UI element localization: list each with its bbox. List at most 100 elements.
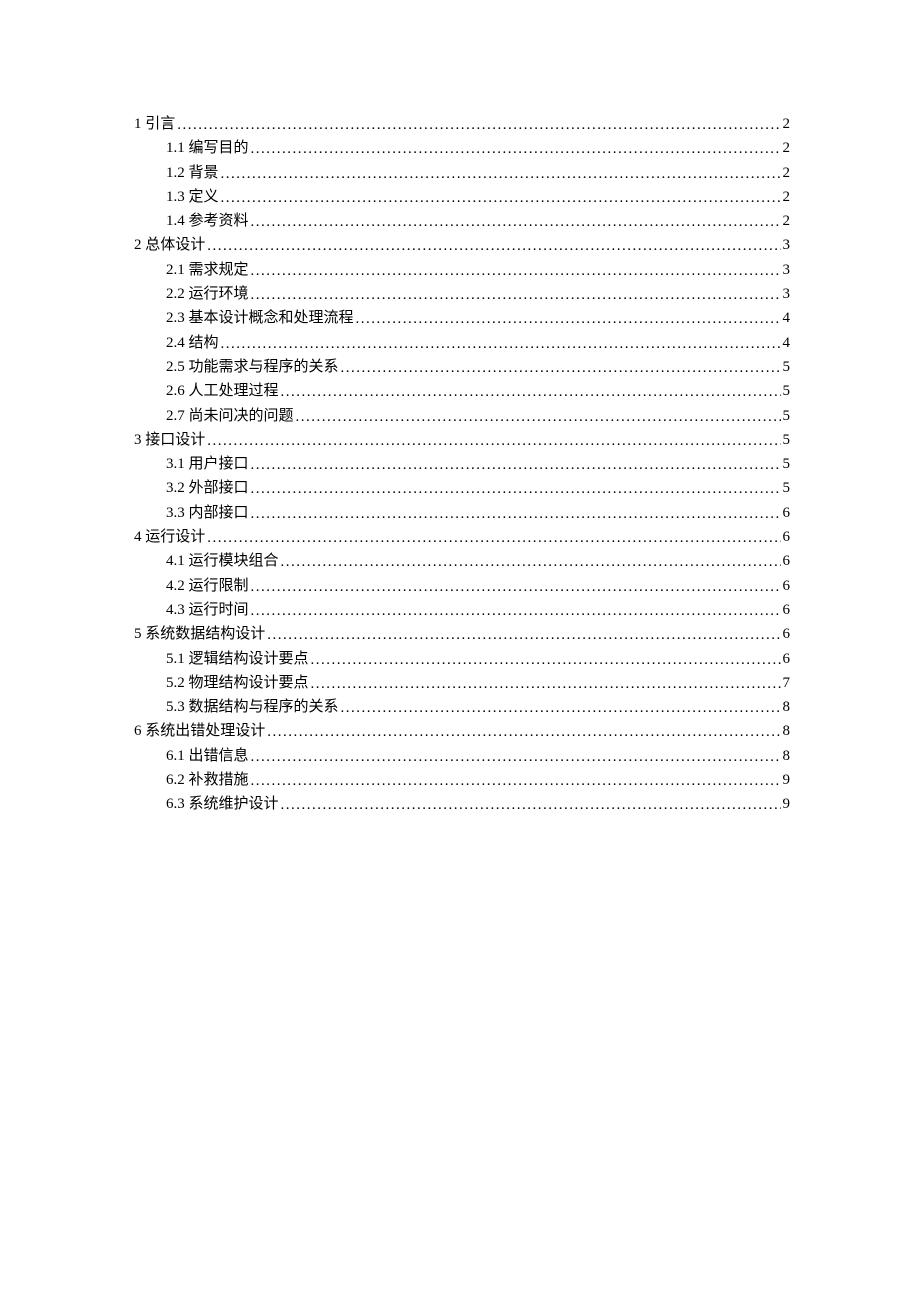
toc-leader-dots bbox=[251, 283, 781, 307]
toc-entry: 4 运行设计 6 bbox=[134, 525, 790, 549]
toc-entry: 6.2 补救措施 9 bbox=[166, 768, 790, 792]
toc-entry-page: 6 bbox=[783, 525, 791, 549]
toc-leader-dots bbox=[311, 672, 781, 696]
toc-entry-title: 3.2 外部接口 bbox=[166, 476, 249, 500]
toc-entry-page: 2 bbox=[783, 209, 791, 233]
toc-leader-dots bbox=[207, 429, 780, 453]
toc-entry-page: 6 bbox=[783, 574, 791, 598]
toc-leader-dots bbox=[251, 502, 781, 526]
toc-entry-page: 5 bbox=[783, 428, 791, 452]
toc-leader-dots bbox=[207, 234, 780, 258]
toc-entry: 5.2 物理结构设计要点7 bbox=[166, 671, 790, 695]
toc-entry-page: 2 bbox=[783, 112, 791, 136]
toc-leader-dots bbox=[251, 453, 781, 477]
toc-entry: 4.2 运行限制 6 bbox=[166, 574, 790, 598]
document-page: 1 引言21.1 编写目的21.2 背景21.3 定义21.4 参考资料22 总… bbox=[0, 0, 920, 817]
toc-leader-dots bbox=[251, 575, 781, 599]
toc-entry: 1.3 定义2 bbox=[166, 185, 790, 209]
toc-entry-page: 6 bbox=[783, 647, 791, 671]
toc-entry: 3.3 内部接口 6 bbox=[166, 501, 790, 525]
toc-entry-title: 2.1 需求规定 bbox=[166, 258, 249, 282]
toc-entry-page: 3 bbox=[783, 233, 791, 257]
toc-entry-title: 6.2 补救措施 bbox=[166, 768, 249, 792]
toc-entry: 2 总体设计 3 bbox=[134, 233, 790, 257]
toc-entry: 1 引言 2 bbox=[134, 112, 790, 136]
toc-leader-dots bbox=[251, 477, 781, 501]
toc-entry-title: 2 总体设计 bbox=[134, 233, 205, 257]
toc-entry-page: 9 bbox=[783, 768, 791, 792]
toc-entry-title: 3 接口设计 bbox=[134, 428, 205, 452]
toc-entry-title: 6.1 出错信息 bbox=[166, 744, 249, 768]
toc-leader-dots bbox=[221, 162, 781, 186]
toc-entry-page: 6 bbox=[783, 622, 791, 646]
toc-entry-page: 9 bbox=[783, 792, 791, 816]
toc-leader-dots bbox=[251, 137, 781, 161]
toc-entry: 2.1 需求规定3 bbox=[166, 258, 790, 282]
toc-entry: 2.7 尚未问决的问题 5 bbox=[166, 404, 790, 428]
toc-entry-title: 3.1 用户接口 bbox=[166, 452, 249, 476]
toc-entry-title: 2.4 结构 bbox=[166, 331, 219, 355]
toc-entry-page: 5 bbox=[783, 355, 791, 379]
toc-entry-page: 4 bbox=[783, 331, 791, 355]
toc-entry-title: 4.3 运行时间 bbox=[166, 598, 249, 622]
toc-entry-title: 3.3 内部接口 bbox=[166, 501, 249, 525]
toc-leader-dots bbox=[281, 550, 781, 574]
toc-entry-page: 5 bbox=[783, 404, 791, 428]
toc-entry: 3.1 用户接口5 bbox=[166, 452, 790, 476]
toc-entry-title: 1.2 背景 bbox=[166, 161, 219, 185]
toc-leader-dots bbox=[356, 307, 781, 331]
toc-leader-dots bbox=[251, 259, 781, 283]
toc-entry-title: 1.1 编写目的 bbox=[166, 136, 249, 160]
toc-entry: 6 系统出错处理设计8 bbox=[134, 719, 790, 743]
toc-leader-dots bbox=[296, 405, 781, 429]
toc-entry-title: 2.6 人工处理过程 bbox=[166, 379, 279, 403]
toc-leader-dots bbox=[251, 769, 781, 793]
toc-entry: 1.2 背景 2 bbox=[166, 161, 790, 185]
toc-entry: 5.1 逻辑结构设计要点6 bbox=[166, 647, 790, 671]
toc-leader-dots bbox=[311, 648, 781, 672]
toc-entry-title: 5 系统数据结构设计 bbox=[134, 622, 265, 646]
toc-entry: 2.3 基本设计概念和处理流程4 bbox=[166, 306, 790, 330]
toc-entry: 6.3 系统维护设计9 bbox=[166, 792, 790, 816]
toc-entry: 2.5 功能需求与程序的关系 5 bbox=[166, 355, 790, 379]
toc-entry-page: 5 bbox=[783, 476, 791, 500]
toc-leader-dots bbox=[251, 210, 781, 234]
toc-entry-page: 6 bbox=[783, 549, 791, 573]
table-of-contents: 1 引言21.1 编写目的21.2 背景21.3 定义21.4 参考资料22 总… bbox=[134, 112, 790, 817]
toc-entry: 3.2 外部接口 5 bbox=[166, 476, 790, 500]
toc-leader-dots bbox=[267, 720, 780, 744]
toc-entry-title: 2.7 尚未问决的问题 bbox=[166, 404, 294, 428]
toc-entry: 1.1 编写目的 2 bbox=[166, 136, 790, 160]
toc-entry: 2.2 运行环境3 bbox=[166, 282, 790, 306]
toc-entry-page: 7 bbox=[783, 671, 791, 695]
toc-entry-page: 4 bbox=[783, 306, 791, 330]
toc-entry: 5 系统数据结构设计 6 bbox=[134, 622, 790, 646]
toc-entry-title: 5.3 数据结构与程序的关系 bbox=[166, 695, 339, 719]
toc-entry-page: 6 bbox=[783, 598, 791, 622]
toc-entry-page: 2 bbox=[783, 161, 791, 185]
toc-entry-title: 4.1 运行模块组合 bbox=[166, 549, 279, 573]
toc-entry-title: 4.2 运行限制 bbox=[166, 574, 249, 598]
toc-leader-dots bbox=[281, 380, 781, 404]
toc-leader-dots bbox=[251, 599, 781, 623]
toc-entry: 4.1 运行模块组合 6 bbox=[166, 549, 790, 573]
toc-entry-page: 8 bbox=[783, 719, 791, 743]
toc-entry-page: 2 bbox=[783, 185, 791, 209]
toc-entry: 2.4 结构 4 bbox=[166, 331, 790, 355]
toc-entry: 2.6 人工处理过程 5 bbox=[166, 379, 790, 403]
toc-entry-title: 1 引言 bbox=[134, 112, 175, 136]
toc-entry-page: 5 bbox=[783, 379, 791, 403]
toc-entry-title: 2.5 功能需求与程序的关系 bbox=[166, 355, 339, 379]
toc-leader-dots bbox=[221, 186, 781, 210]
toc-entry-title: 4 运行设计 bbox=[134, 525, 205, 549]
toc-leader-dots bbox=[251, 745, 781, 769]
toc-leader-dots bbox=[177, 113, 780, 137]
toc-entry-page: 6 bbox=[783, 501, 791, 525]
toc-entry: 4.3 运行时间 6 bbox=[166, 598, 790, 622]
toc-leader-dots bbox=[221, 332, 781, 356]
toc-leader-dots bbox=[341, 356, 781, 380]
toc-entry-page: 2 bbox=[783, 136, 791, 160]
toc-entry-title: 1.4 参考资料 bbox=[166, 209, 249, 233]
toc-entry-page: 8 bbox=[783, 695, 791, 719]
toc-entry: 6.1 出错信息8 bbox=[166, 744, 790, 768]
